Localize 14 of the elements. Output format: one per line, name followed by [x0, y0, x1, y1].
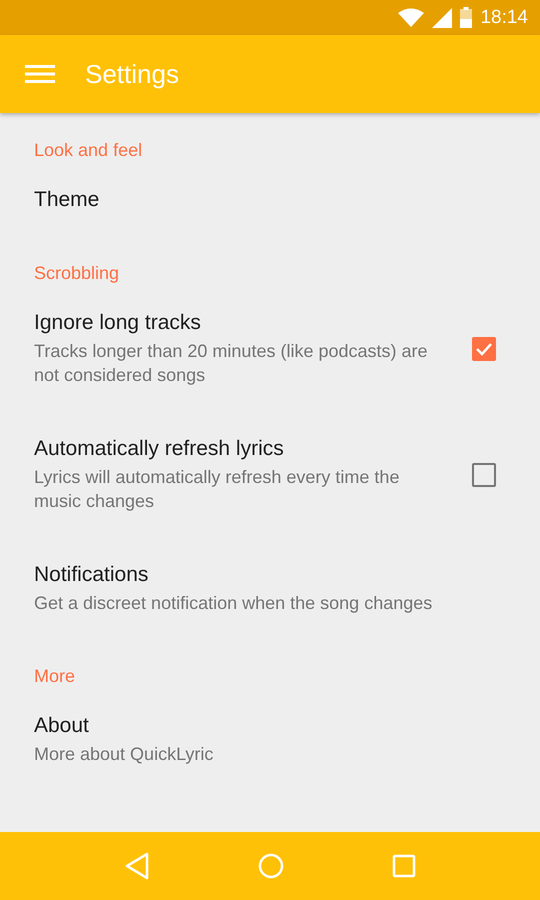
- setting-summary: Tracks longer than 20 minutes (like podcasts) are not considered songs: [34, 340, 429, 387]
- setting-title[interactable]: Theme: [34, 188, 100, 212]
- setting-summary: More about QuickLyric: [34, 743, 214, 766]
- setting-summary: Lyrics will automatically refresh every time the music changes: [34, 466, 400, 513]
- clock: 18:14: [480, 6, 528, 28]
- section-header: More: [34, 665, 76, 688]
- setting-title[interactable]: Notifications: [34, 563, 148, 587]
- screen-title: Settings: [85, 58, 179, 90]
- setting-title[interactable]: Automatically refresh lyrics: [34, 437, 284, 461]
- section-header: Scrobbling: [34, 262, 120, 285]
- section-header: Look and feel: [34, 139, 142, 162]
- setting-title[interactable]: About: [34, 714, 89, 738]
- setting-title[interactable]: Ignore long tracks: [34, 311, 201, 335]
- setting-summary: Get a discreet notification when the song changes: [34, 592, 432, 615]
